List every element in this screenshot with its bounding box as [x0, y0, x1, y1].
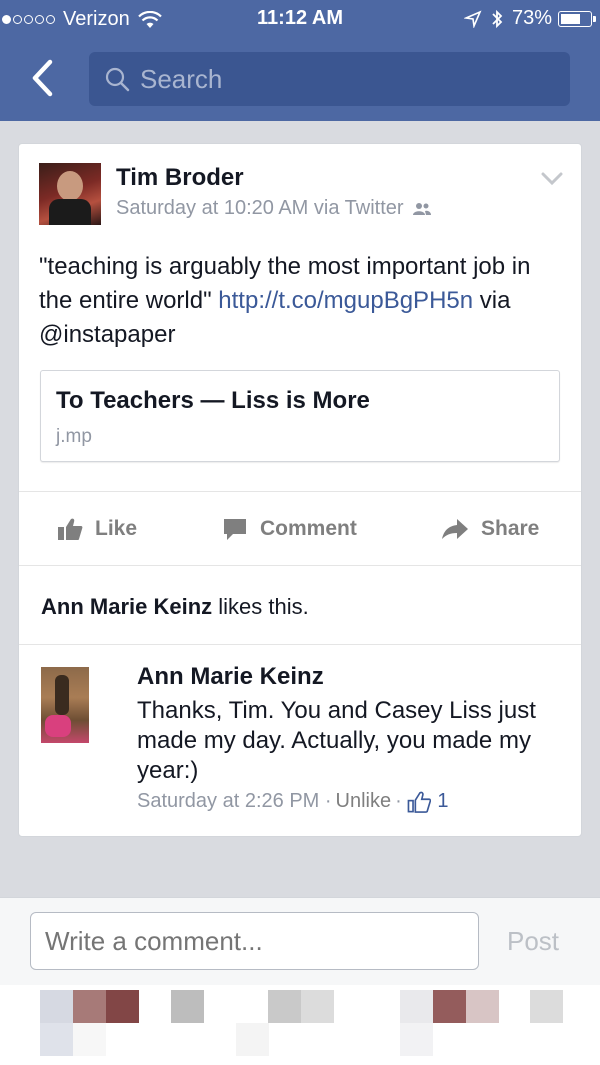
comment-input[interactable]	[30, 912, 479, 970]
comment-timestamp: Saturday at 2:26 PM	[137, 790, 320, 812]
like-label: Like	[95, 517, 138, 540]
post-timestamp[interactable]: Saturday at 10:20 AM via Twitter	[116, 197, 404, 220]
link-preview[interactable]: To Teachers — Liss is More j.mp	[40, 370, 560, 462]
location-arrow-icon	[463, 9, 482, 28]
post-options-button[interactable]	[541, 172, 563, 191]
search-icon	[105, 67, 130, 92]
divider	[19, 565, 581, 566]
post-meta: Saturday at 10:20 AM via Twitter	[116, 197, 432, 220]
comment-like-count[interactable]: 1	[437, 790, 448, 813]
battery-icon	[558, 10, 596, 27]
search-bar[interactable]: Search	[89, 52, 570, 106]
like-button[interactable]: Like	[57, 493, 137, 565]
status-bar: Verizon 11:12 AM 73%	[0, 0, 600, 40]
chevron-left-icon	[32, 59, 53, 97]
comment-composer: Post	[0, 897, 600, 986]
battery-percentage: 73%	[511, 7, 552, 29]
thumbs-up-icon	[407, 791, 432, 813]
commenter-name[interactable]: Ann Marie Keinz	[137, 663, 324, 691]
thumbs-up-icon	[58, 518, 83, 540]
keyboard-area	[0, 985, 600, 1065]
top-navigation-bar: Verizon 11:12 AM 73% Search	[0, 0, 600, 121]
likes-suffix: likes this.	[212, 594, 309, 619]
liker-name[interactable]: Ann Marie Keinz	[41, 594, 212, 619]
link-preview-domain: j.mp	[56, 426, 92, 447]
post-card: Tim Broder Saturday at 10:20 AM via Twit…	[18, 143, 582, 837]
comment-label: Comment	[260, 517, 357, 540]
share-button[interactable]: Share	[441, 493, 539, 565]
search-placeholder: Search	[140, 63, 223, 94]
post-link[interactable]: http://t.co/mgupBgPH5n	[218, 287, 473, 314]
likes-summary[interactable]: Ann Marie Keinz likes this.	[41, 594, 309, 620]
status-right: 73%	[463, 7, 596, 30]
commenter-avatar[interactable]	[41, 667, 89, 743]
post-body: "teaching is arguably the most important…	[39, 250, 569, 352]
comment-text: Thanks, Tim. You and Casey Liss just mad…	[137, 697, 536, 784]
share-arrow-icon	[442, 519, 468, 539]
back-button[interactable]	[26, 58, 60, 98]
divider	[19, 644, 581, 645]
comment-bubble-icon	[224, 519, 246, 540]
unlike-button[interactable]: Unlike	[336, 790, 392, 813]
comment-button[interactable]: Comment	[222, 493, 357, 565]
link-preview-title: To Teachers — Liss is More	[56, 387, 370, 414]
author-avatar[interactable]	[39, 163, 101, 225]
friends-audience-icon	[412, 202, 431, 215]
bluetooth-icon	[492, 9, 503, 28]
divider	[19, 491, 581, 492]
chevron-down-icon	[541, 172, 563, 186]
comment-meta: Saturday at 2:26 PM · Unlike · 1	[137, 790, 449, 813]
post-comment-button[interactable]: Post	[507, 926, 559, 957]
post-author-name[interactable]: Tim Broder	[116, 164, 244, 192]
share-label: Share	[481, 517, 540, 540]
post-actions: Like Comment Share	[19, 493, 581, 565]
